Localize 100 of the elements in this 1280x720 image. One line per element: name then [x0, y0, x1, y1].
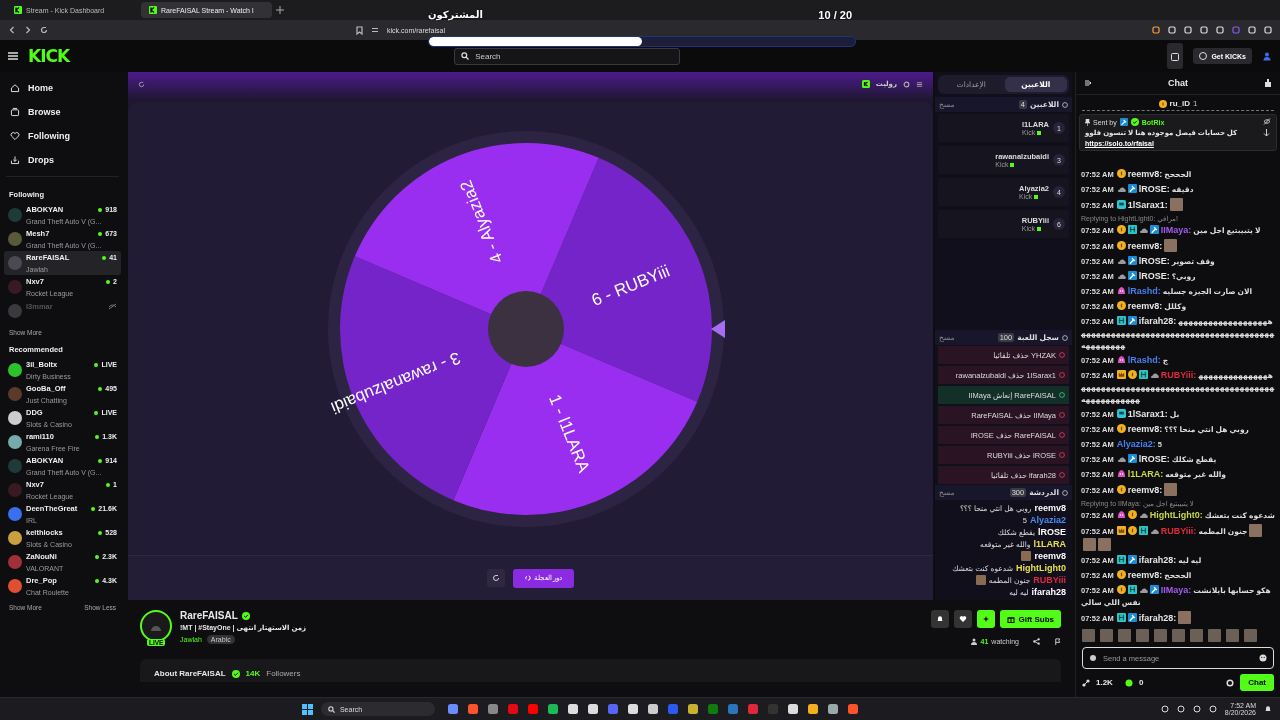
- app-icon[interactable]: [566, 703, 579, 715]
- app-icon[interactable]: [466, 703, 479, 715]
- kicks-count: 0: [1138, 678, 1144, 687]
- profile-icon[interactable]: [1262, 51, 1272, 61]
- back-icon[interactable]: [8, 26, 16, 34]
- avatar: [8, 531, 22, 545]
- start-icon[interactable]: [301, 703, 313, 715]
- pin-icon: [1085, 118, 1090, 126]
- site-settings-icon[interactable]: [371, 26, 379, 34]
- send-chat-button[interactable]: Chat: [1240, 674, 1274, 691]
- coin-badge-icon: [1116, 570, 1126, 579]
- app-icon[interactable]: [626, 703, 639, 715]
- gift-badge-icon: [1116, 316, 1126, 325]
- gift-badge-icon: [1138, 370, 1148, 379]
- live-dot: [98, 207, 103, 212]
- live-dot: [94, 362, 99, 367]
- avatar: [8, 507, 22, 521]
- app-icon[interactable]: [586, 703, 599, 715]
- hammer-badge-icon: [1127, 256, 1137, 265]
- nav-link[interactable]: Drops: [4, 148, 121, 172]
- boost-button[interactable]: [977, 610, 996, 628]
- menu-icon[interactable]: [916, 80, 923, 88]
- coin-badge-icon: [1116, 424, 1126, 433]
- reset-icon: [491, 574, 500, 582]
- settings-icon[interactable]: [903, 80, 910, 88]
- gift-badge-icon: [1116, 613, 1126, 622]
- live-dot: [95, 434, 100, 439]
- reset-button[interactable]: [486, 569, 505, 587]
- app-icon[interactable]: [786, 703, 799, 715]
- points-icon: [1082, 678, 1090, 687]
- blob-badge-icon: [1116, 355, 1126, 364]
- search-field[interactable]: Search: [454, 47, 681, 65]
- verified-icon: [1130, 118, 1139, 126]
- bell-icon: [936, 615, 945, 623]
- pointer-icon: [710, 319, 725, 338]
- chat-username: lROSE: [1038, 527, 1066, 537]
- nav-link[interactable]: Following: [4, 124, 121, 148]
- hide-icon[interactable]: [1263, 118, 1271, 125]
- kick-coin-icon: [1124, 678, 1133, 687]
- emote-image: [1249, 524, 1263, 537]
- reload-icon[interactable]: [40, 26, 48, 34]
- avatar: [8, 459, 22, 473]
- share-icon[interactable]: [1033, 638, 1040, 645]
- gift-subs-button[interactable]: Gift Subs: [1000, 610, 1061, 628]
- notification-icon[interactable]: [1264, 705, 1272, 713]
- app-icon[interactable]: [546, 703, 559, 715]
- flag-icon[interactable]: [1054, 638, 1061, 645]
- kick-logo-icon: [1037, 130, 1042, 135]
- coin-badge-icon: [1116, 225, 1126, 234]
- emoji-icon[interactable]: [1259, 654, 1267, 662]
- stream-manager-button[interactable]: [1167, 43, 1184, 69]
- kick-logo-icon: [1010, 162, 1015, 167]
- emote-image: [1164, 483, 1178, 496]
- refresh-icon[interactable]: [138, 80, 145, 88]
- live-dot: [102, 255, 107, 260]
- emote-image: [1021, 551, 1032, 561]
- hammer-badge-icon: [1127, 271, 1137, 280]
- verified-icon: [231, 669, 240, 678]
- expand-icon[interactable]: [1263, 129, 1270, 137]
- live-dot: [98, 530, 103, 535]
- live-dot: [106, 279, 111, 284]
- app-icon[interactable]: [646, 703, 659, 715]
- app-icon[interactable]: [686, 703, 699, 715]
- live-dot: [106, 482, 111, 487]
- coin-badge-icon: [1158, 99, 1167, 108]
- follower-count: 14K: [245, 669, 261, 678]
- nav-link[interactable]: Browse: [4, 100, 121, 124]
- app-icon[interactable]: [806, 703, 819, 715]
- kick-coin-icon: [1199, 52, 1208, 60]
- app-icon[interactable]: [446, 703, 459, 715]
- new-tab-icon[interactable]: [276, 6, 284, 14]
- kick-logo-icon: [1037, 226, 1041, 231]
- nav-link[interactable]: Home: [4, 76, 121, 100]
- chat-username: HightLight0: [1016, 563, 1066, 573]
- coin-badge-icon: [1127, 510, 1137, 519]
- followers-label: Followers: [266, 669, 301, 678]
- emote-image: [975, 575, 986, 585]
- viewers-icon: [969, 638, 978, 645]
- kick-logo-icon: [1034, 194, 1039, 199]
- follow-button[interactable]: [954, 610, 973, 628]
- bookmark-icon[interactable]: [356, 25, 363, 35]
- avatar: [8, 256, 22, 270]
- hammer-badge-icon: [1127, 613, 1137, 622]
- forward-icon[interactable]: [24, 26, 32, 34]
- app-icon[interactable]: [826, 703, 839, 715]
- coin-badge-icon: [1116, 585, 1126, 594]
- chat-username: Alyazia2: [1029, 515, 1066, 525]
- kick-logo[interactable]: KICK: [28, 46, 70, 66]
- home-icon: [10, 83, 20, 93]
- avatar: [8, 411, 22, 425]
- hammer-badge-icon: [1119, 118, 1128, 126]
- emote-image: [1178, 611, 1192, 624]
- emote-image: [1083, 538, 1096, 551]
- app-icon[interactable]: [846, 703, 859, 715]
- goal-count: 10 / 20: [818, 9, 852, 21]
- notification-button[interactable]: [931, 610, 950, 628]
- collapse-icon[interactable]: [1084, 79, 1092, 87]
- blob-badge-icon: [1116, 469, 1126, 478]
- blob-badge-icon: [1116, 286, 1126, 295]
- channel-name: RareFAISAL: [180, 610, 238, 621]
